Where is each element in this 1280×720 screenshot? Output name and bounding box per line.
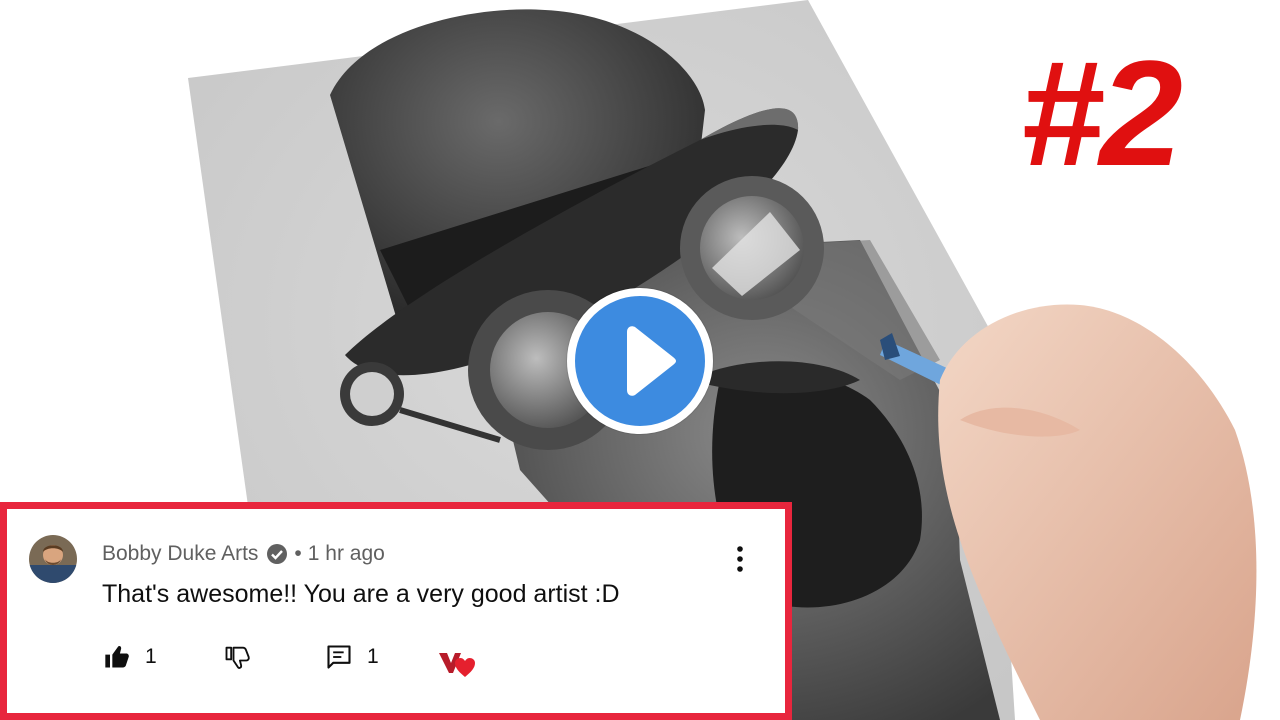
meta-separator: • xyxy=(294,542,302,565)
dislike-button[interactable] xyxy=(223,643,251,671)
avatar-image xyxy=(29,535,77,583)
episode-number-badge: #2 xyxy=(1020,29,1183,197)
like-count: 1 xyxy=(145,645,157,668)
vertical-dots-icon xyxy=(737,546,743,572)
creator-heart[interactable] xyxy=(437,649,479,679)
play-button[interactable] xyxy=(567,288,713,434)
more-options-button[interactable] xyxy=(727,543,753,577)
like-button[interactable]: 1 xyxy=(103,643,157,671)
comment-card: Bobby Duke Arts • 1 hr ago That's awesom… xyxy=(0,502,792,720)
comment-time[interactable]: 1 hr ago xyxy=(308,542,385,566)
thumbs-up-filled-icon xyxy=(105,646,129,668)
reply-count: 1 xyxy=(367,645,379,668)
verified-check-icon xyxy=(267,544,288,564)
creator-heart-icon xyxy=(439,653,475,677)
reply-button[interactable]: 1 xyxy=(325,643,379,671)
author-name[interactable]: Bobby Duke Arts xyxy=(102,542,258,566)
comment-meta: Bobby Duke Arts • 1 hr ago xyxy=(102,542,385,566)
reply-comment-icon xyxy=(327,645,351,669)
comment-text: That's awesome!! You are a very good art… xyxy=(102,580,620,608)
avatar[interactable] xyxy=(29,535,77,583)
thumbs-down-icon xyxy=(225,646,250,669)
play-icon xyxy=(627,326,676,396)
